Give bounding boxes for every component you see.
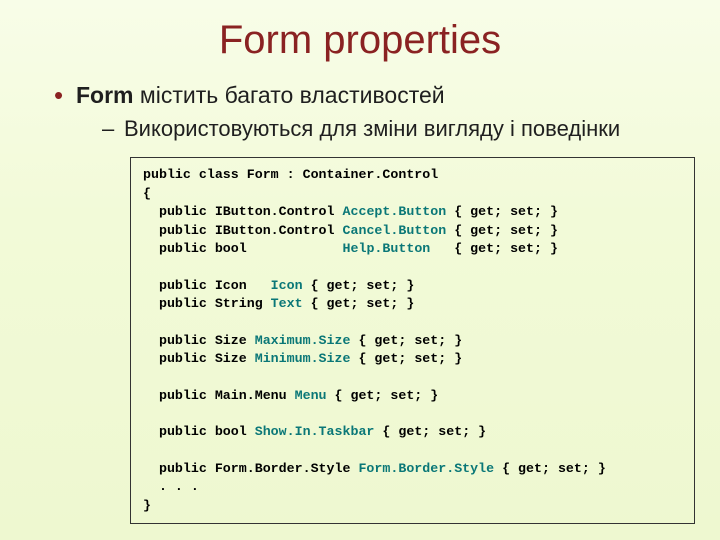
code-prop: Text	[271, 296, 303, 311]
code-text: { get; set; }	[327, 388, 439, 403]
code-text: { get; set; }	[430, 241, 558, 256]
code-text: { get; set; }	[350, 333, 462, 348]
bullet-main-rest: містить багато властивостей	[134, 82, 445, 108]
code-text: { get; set; }	[494, 461, 606, 476]
code-text: public Icon	[143, 278, 271, 293]
code-prop: Show.In.Taskbar	[255, 424, 375, 439]
code-text: public bool	[143, 424, 255, 439]
code-text: { get; set; }	[303, 296, 415, 311]
code-text: { get; set; }	[446, 223, 558, 238]
code-text: public bool	[143, 241, 343, 256]
code-text: {	[143, 186, 151, 201]
bullet-sub-list: Використовуються для зміни вигляду і пов…	[76, 115, 680, 144]
code-prop: Help.Button	[343, 241, 431, 256]
code-text: }	[143, 498, 151, 513]
code-prop: Cancel.Button	[343, 223, 447, 238]
code-text: { get; set; }	[374, 424, 486, 439]
code-text: public IButton.Control	[143, 223, 343, 238]
code-text: public Main.Menu	[143, 388, 295, 403]
code-prop: Menu	[295, 388, 327, 403]
code-text: public String	[143, 296, 271, 311]
code-box: public class Form : Container.Control { …	[130, 157, 695, 524]
code-block: public class Form : Container.Control { …	[143, 166, 682, 515]
code-text: public Form.Border.Style	[143, 461, 358, 476]
code-text: { get; set; }	[446, 204, 558, 219]
bullet-main: Form містить багато властивостей Викорис…	[54, 81, 680, 143]
code-text: public Size	[143, 333, 255, 348]
code-text: . . .	[143, 479, 199, 494]
slide-title: Form properties	[40, 18, 680, 63]
bullet-main-bold: Form	[76, 82, 134, 108]
code-prop: Maximum.Size	[255, 333, 351, 348]
code-text: public class Form : Container.Control	[143, 167, 438, 182]
code-prop: Icon	[271, 278, 303, 293]
slide: Form properties Form містить багато влас…	[0, 0, 720, 540]
code-text: public Size	[143, 351, 255, 366]
bullet-list: Form містить багато властивостей Викорис…	[40, 81, 680, 143]
code-prop: Form.Border.Style	[358, 461, 494, 476]
code-text: public IButton.Control	[143, 204, 343, 219]
bullet-sub: Використовуються для зміни вигляду і пов…	[102, 115, 680, 144]
code-prop: Accept.Button	[343, 204, 447, 219]
code-prop: Minimum.Size	[255, 351, 351, 366]
code-text: { get; set; }	[350, 351, 462, 366]
code-text: { get; set; }	[303, 278, 415, 293]
